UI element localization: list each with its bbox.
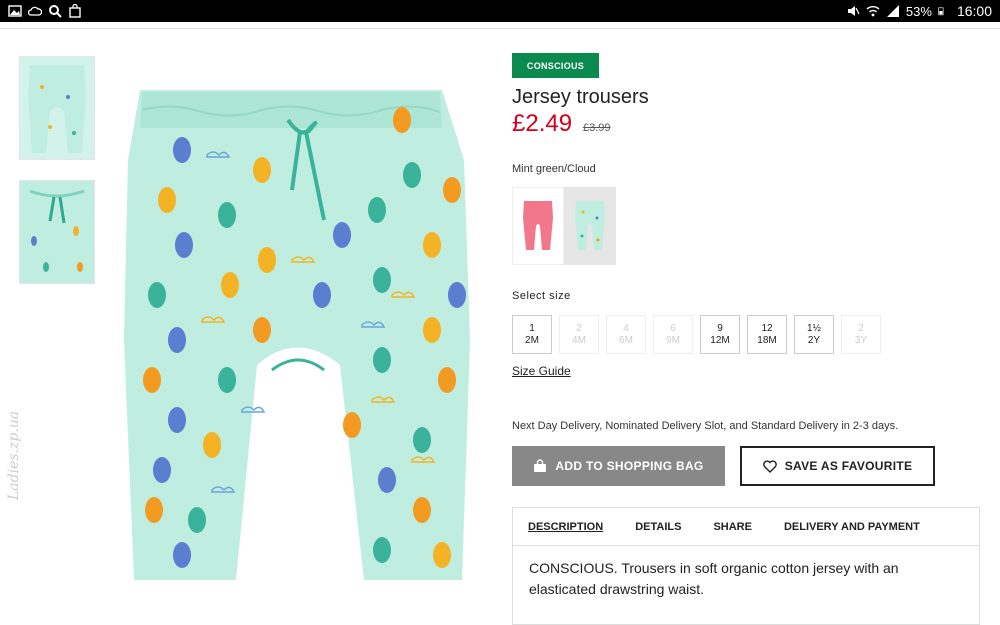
size-line2: 3Y bbox=[854, 334, 868, 346]
select-size-label: Select size bbox=[512, 290, 571, 302]
size-line1: 2 bbox=[858, 322, 864, 334]
product-description: CONSCIOUS. Trousers in soft organic cott… bbox=[529, 560, 899, 597]
size-line1: 1 bbox=[529, 322, 535, 334]
size-option-6m[interactable]: 4 6M bbox=[606, 315, 646, 354]
product-price: £2.49 bbox=[512, 110, 573, 137]
product-info-tabs: DESCRIPTION DETAILS SHARE DELIVERY AND P… bbox=[512, 507, 980, 625]
save-favourite-button[interactable]: SAVE AS FAVOURITE bbox=[740, 446, 935, 486]
size-options: 1 2M 2 4M 4 6M 6 9M 9 12M 12 18M 1½ 2Y 2 3Y bbox=[512, 315, 881, 354]
add-to-bag-button[interactable]: ADD TO SHOPPING BAG bbox=[512, 446, 725, 486]
size-option-2y[interactable]: 1½ 2Y bbox=[794, 315, 834, 354]
search-icon bbox=[49, 5, 62, 18]
size-line1: 12 bbox=[761, 322, 773, 334]
size-option-18m[interactable]: 12 18M bbox=[747, 315, 787, 354]
add-to-bag-label: ADD TO SHOPPING BAG bbox=[555, 459, 704, 473]
size-option-9m[interactable]: 6 9M bbox=[653, 315, 693, 354]
size-option-3y[interactable]: 2 3Y bbox=[841, 315, 881, 354]
tab-share[interactable]: SHARE bbox=[713, 521, 752, 533]
size-line2: 12M bbox=[710, 334, 730, 346]
clock: 16:00 bbox=[956, 3, 992, 19]
battery-percent: 53% bbox=[905, 3, 932, 19]
size-line2: 4M bbox=[572, 334, 586, 346]
tab-details[interactable]: DETAILS bbox=[635, 521, 681, 533]
cloud-icon bbox=[28, 6, 42, 16]
size-line2: 9M bbox=[666, 334, 680, 346]
old-price: £3.99 bbox=[583, 122, 611, 134]
save-favourite-label: SAVE AS FAVOURITE bbox=[784, 459, 913, 473]
battery-icon bbox=[938, 7, 944, 16]
color-name: Mint green/Cloud bbox=[512, 163, 596, 175]
size-line2: 2Y bbox=[807, 334, 821, 346]
tab-delivery-payment[interactable]: DELIVERY AND PAYMENT bbox=[784, 521, 920, 533]
mute-icon bbox=[847, 6, 860, 16]
thumbnail-detail[interactable] bbox=[19, 180, 95, 284]
size-line1: 4 bbox=[623, 322, 629, 334]
color-swatch-pink[interactable] bbox=[512, 187, 564, 265]
status-bar: 53% 16:00 bbox=[0, 0, 1000, 22]
size-line1: 9 bbox=[717, 322, 723, 334]
size-line2: 2M bbox=[525, 334, 539, 346]
size-line1: 1½ bbox=[807, 322, 821, 334]
pink-trousers-image bbox=[523, 201, 553, 250]
shopping-bag-icon bbox=[534, 459, 547, 472]
signal-icon bbox=[886, 5, 899, 17]
size-option-12m[interactable]: 9 12M bbox=[700, 315, 740, 354]
heart-icon bbox=[762, 459, 777, 473]
size-line2: 18M bbox=[757, 334, 777, 346]
fabric-detail-thumbnail-image bbox=[20, 181, 94, 283]
tab-description[interactable]: DESCRIPTION bbox=[528, 521, 603, 533]
wifi-icon bbox=[866, 6, 880, 17]
conscious-badge: CONSCIOUS bbox=[512, 53, 599, 78]
size-option-4m[interactable]: 2 4M bbox=[559, 315, 599, 354]
product-title: Jersey trousers bbox=[512, 86, 649, 108]
shopping-bag-icon bbox=[69, 4, 81, 18]
size-line1: 2 bbox=[576, 322, 582, 334]
size-line1: 6 bbox=[670, 322, 676, 334]
watermark: Ladies.zp.ua bbox=[6, 410, 22, 500]
delivery-info: Next Day Delivery, Nominated Delivery Sl… bbox=[512, 420, 899, 432]
thumbnail-front[interactable] bbox=[19, 56, 95, 160]
product-main-image bbox=[124, 90, 470, 580]
size-option-2m[interactable]: 1 2M bbox=[512, 315, 552, 354]
mint-trousers-image bbox=[575, 201, 605, 250]
trousers-thumbnail-image bbox=[28, 65, 86, 153]
size-guide-link[interactable]: Size Guide bbox=[512, 364, 571, 378]
color-swatch-mint[interactable] bbox=[564, 187, 616, 265]
divider bbox=[0, 28, 1000, 29]
gallery-icon bbox=[8, 5, 22, 17]
size-line2: 6M bbox=[619, 334, 633, 346]
